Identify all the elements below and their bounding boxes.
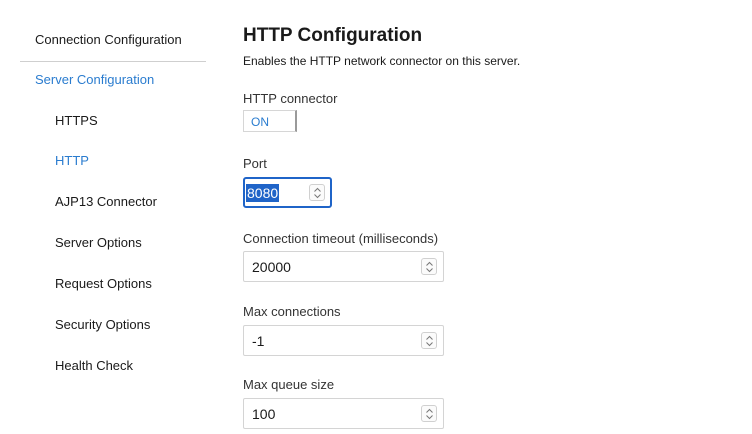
sidebar-item-request-options[interactable]: Request Options — [55, 276, 152, 291]
max-connections-input[interactable]: -1 — [243, 325, 444, 356]
http-connector-toggle-state: ON — [251, 115, 269, 129]
port-stepper-icon[interactable] — [309, 184, 325, 201]
max-queue-size-input[interactable]: 100 — [243, 398, 444, 429]
max-connections-value: -1 — [252, 333, 265, 349]
sidebar-item-server-options[interactable]: Server Options — [55, 235, 142, 250]
http-connector-toggle[interactable]: ON — [243, 110, 297, 132]
sidebar-item-health-check[interactable]: Health Check — [55, 358, 133, 373]
max-queue-size-value: 100 — [252, 406, 276, 422]
connection-timeout-label: Connection timeout (milliseconds) — [243, 231, 439, 246]
max-connections-label: Max connections — [243, 304, 341, 319]
sidebar-item-https[interactable]: HTTPS — [55, 113, 98, 128]
connection-timeout-value: 20000 — [252, 259, 291, 275]
sidebar-item-http[interactable]: HTTP — [55, 153, 89, 168]
max-queue-size-label: Max queue size — [243, 377, 335, 392]
sidebar-divider — [20, 61, 206, 62]
sidebar-item-ajp13-connector[interactable]: AJP13 Connector — [55, 194, 157, 209]
http-connector-label: HTTP connector — [243, 91, 338, 106]
port-value: 8080 — [246, 184, 280, 202]
page-description: Enables the HTTP network connector on th… — [243, 54, 521, 68]
connection-timeout-input[interactable]: 20000 — [243, 251, 444, 282]
sidebar-nav: Connection Configuration Server Configur… — [20, 0, 206, 434]
port-input[interactable]: 8080 — [243, 177, 332, 208]
sidebar-item-server-configuration[interactable]: Server Configuration — [35, 72, 154, 87]
main-content: HTTP Configuration Enables the HTTP netw… — [243, 0, 743, 434]
sidebar-item-security-options[interactable]: Security Options — [55, 317, 150, 332]
connection-timeout-stepper-icon[interactable] — [421, 258, 437, 275]
page-title: HTTP Configuration — [243, 25, 423, 46]
max-queue-size-stepper-icon[interactable] — [421, 405, 437, 422]
sidebar-item-connection-configuration[interactable]: Connection Configuration — [35, 32, 182, 47]
http-configuration-page: Connection Configuration Server Configur… — [0, 0, 752, 434]
max-connections-stepper-icon[interactable] — [421, 332, 437, 349]
port-label: Port — [243, 156, 267, 171]
